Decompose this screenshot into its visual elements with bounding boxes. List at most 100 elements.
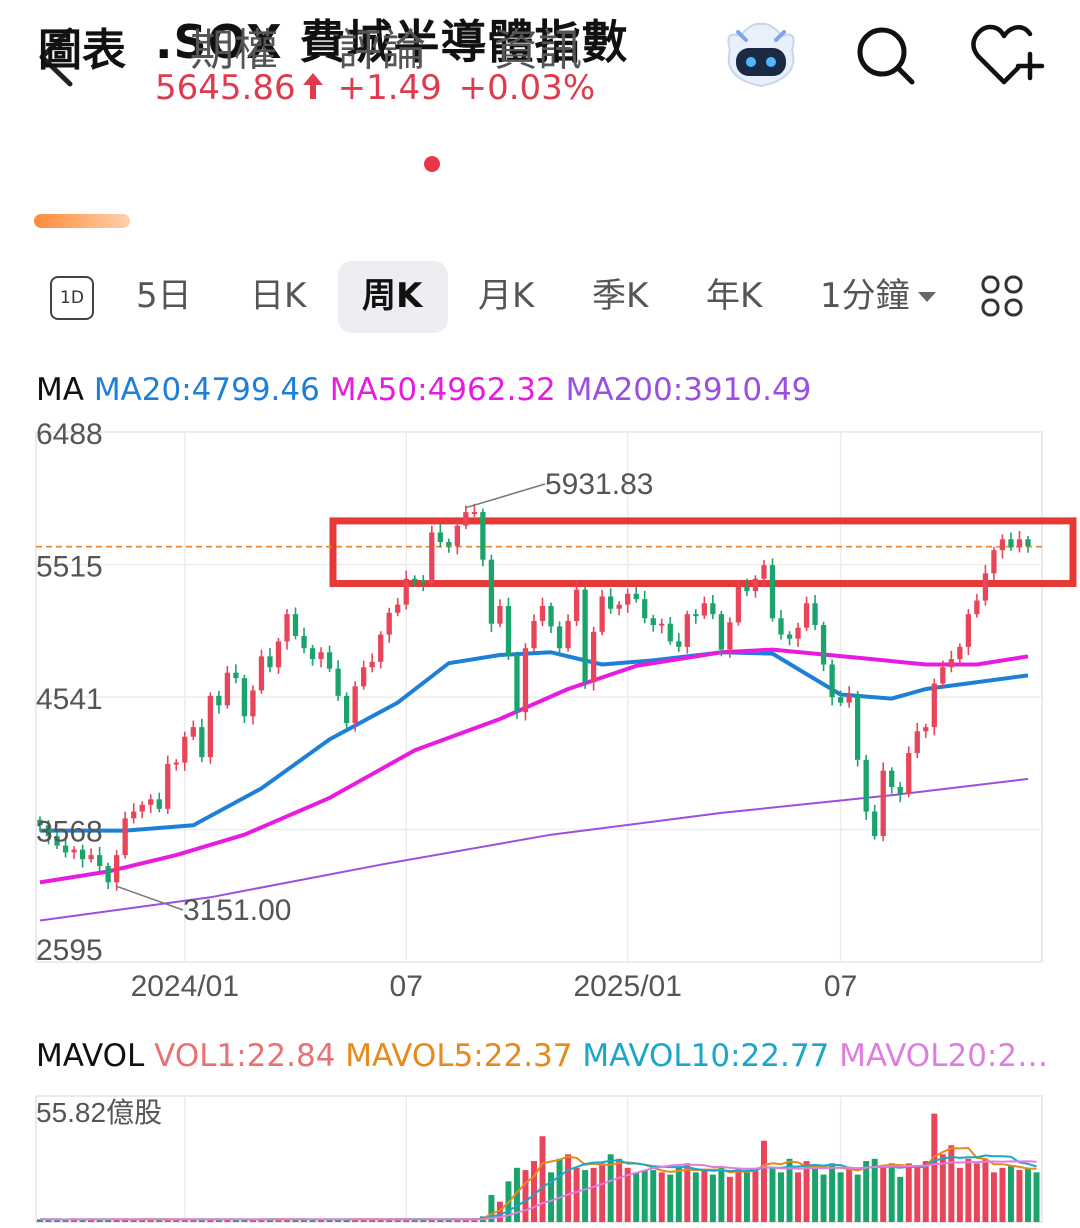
candle-body bbox=[233, 672, 239, 679]
candle-body bbox=[812, 603, 818, 626]
x-tick-label: 2025/01 bbox=[573, 970, 681, 1003]
volume-bar bbox=[701, 1170, 708, 1222]
mavol20-value: MAVOL20:2… bbox=[839, 1038, 1049, 1074]
volume-bar bbox=[684, 1163, 691, 1222]
highlight-box bbox=[329, 517, 1077, 588]
candle-body bbox=[139, 804, 145, 812]
volume-bar bbox=[829, 1163, 836, 1222]
candle-body bbox=[190, 727, 196, 737]
volume-bar bbox=[675, 1167, 682, 1222]
candle-body bbox=[309, 648, 316, 660]
candle-body bbox=[795, 627, 801, 639]
candle-body bbox=[454, 525, 460, 547]
search-icon[interactable] bbox=[852, 22, 918, 88]
caret-down-icon[interactable] bbox=[918, 292, 936, 302]
volume-bar bbox=[820, 1174, 827, 1222]
volume-bar bbox=[931, 1113, 938, 1222]
grid-icon[interactable] bbox=[980, 274, 1024, 318]
period-quarterly[interactable]: 季K bbox=[592, 268, 648, 317]
volume-bar bbox=[905, 1163, 912, 1222]
ma200-value: MA200:3910.49 bbox=[565, 372, 812, 408]
volume-bar bbox=[573, 1167, 580, 1222]
candle-body bbox=[991, 550, 997, 574]
period-5d[interactable]: 5日 bbox=[136, 268, 192, 317]
annotation-low: 3151.00 bbox=[183, 894, 291, 927]
candle-body bbox=[974, 600, 980, 615]
candle-body bbox=[1016, 539, 1023, 548]
intraday-1d-button[interactable]: 1D bbox=[50, 276, 94, 320]
volume-bar bbox=[599, 1163, 606, 1222]
candle-body bbox=[463, 512, 469, 526]
candle-body bbox=[948, 659, 954, 668]
notification-dot bbox=[424, 156, 440, 172]
candle-body bbox=[718, 614, 725, 650]
candle-body bbox=[488, 559, 495, 624]
volume-bar bbox=[522, 1170, 529, 1222]
candle-body bbox=[872, 811, 878, 837]
candle-body bbox=[923, 727, 929, 732]
ma-line-ma50 bbox=[39, 647, 1029, 885]
period-1min[interactable]: 1分鐘 bbox=[820, 268, 910, 317]
period-weekly[interactable]: 周K bbox=[362, 268, 422, 317]
candle-body bbox=[446, 542, 452, 547]
volume-bar bbox=[965, 1158, 972, 1222]
volume-bar bbox=[803, 1161, 810, 1222]
volume-bar bbox=[650, 1170, 657, 1222]
volume-bar bbox=[1025, 1167, 1031, 1222]
candle-body bbox=[650, 618, 656, 626]
tab-news[interactable]: 資訊 bbox=[494, 14, 582, 78]
candlestick-chart[interactable]: 6488 5515 4541 3568 2595 2024/01 07 2025/01 07 59… bbox=[0, 420, 1080, 1020]
candle-body bbox=[625, 593, 631, 605]
volume-bar bbox=[633, 1172, 640, 1222]
tab-options[interactable]: 期權 bbox=[190, 14, 278, 78]
candle-body bbox=[931, 683, 937, 728]
candle-body bbox=[105, 866, 111, 883]
candle-body bbox=[114, 855, 120, 883]
tab-chart[interactable]: 圖表 bbox=[38, 14, 126, 78]
volume-bar bbox=[641, 1170, 648, 1222]
volume-bar bbox=[880, 1165, 887, 1222]
heart-plus-icon[interactable] bbox=[968, 20, 1048, 90]
volume-chart[interactable]: 55.82億股 bbox=[0, 1090, 1080, 1228]
candle-body bbox=[659, 623, 665, 626]
candle-body bbox=[156, 799, 162, 809]
volume-bar bbox=[565, 1154, 572, 1222]
volume-bar bbox=[718, 1167, 725, 1222]
candle-body bbox=[352, 686, 358, 724]
candle-body bbox=[608, 596, 614, 609]
candle-body bbox=[616, 604, 622, 609]
tab-comments[interactable]: 評論 bbox=[338, 14, 426, 78]
vol1-value: VOL1:22.84 bbox=[154, 1038, 336, 1074]
candle-body bbox=[642, 599, 648, 619]
ma-legend: MA MA20:4799.46 MA50:4962.32 MA200:3910.… bbox=[36, 372, 811, 408]
candle-body bbox=[829, 664, 835, 698]
candle-body bbox=[889, 770, 895, 788]
period-yearly[interactable]: 年K bbox=[706, 268, 762, 317]
volume-bar bbox=[922, 1161, 929, 1222]
mavol-label: MAVOL bbox=[36, 1038, 145, 1074]
volume-bar bbox=[982, 1158, 989, 1222]
candle-body bbox=[1025, 539, 1031, 547]
candle-body bbox=[820, 625, 827, 665]
volume-bar bbox=[863, 1161, 870, 1222]
candle-body bbox=[275, 641, 282, 668]
period-monthly[interactable]: 月K bbox=[478, 268, 534, 317]
candle-body bbox=[429, 532, 435, 583]
candle-body bbox=[412, 578, 418, 581]
candle-body bbox=[667, 623, 673, 642]
candle-body bbox=[556, 626, 563, 649]
volume-bar bbox=[752, 1167, 759, 1222]
candle-body bbox=[335, 668, 341, 696]
candle-body bbox=[343, 695, 350, 724]
candle-body bbox=[148, 799, 154, 805]
candle-body bbox=[982, 573, 989, 601]
volume-bar bbox=[692, 1172, 699, 1222]
candle-body bbox=[284, 614, 290, 642]
active-tab-underline bbox=[34, 214, 130, 228]
volume-bar bbox=[1007, 1165, 1014, 1222]
robot-assistant-icon[interactable] bbox=[720, 20, 802, 92]
candle-body bbox=[514, 655, 520, 713]
candle-body bbox=[207, 695, 213, 758]
volume-bar bbox=[658, 1172, 665, 1222]
period-daily[interactable]: 日K bbox=[250, 268, 306, 317]
